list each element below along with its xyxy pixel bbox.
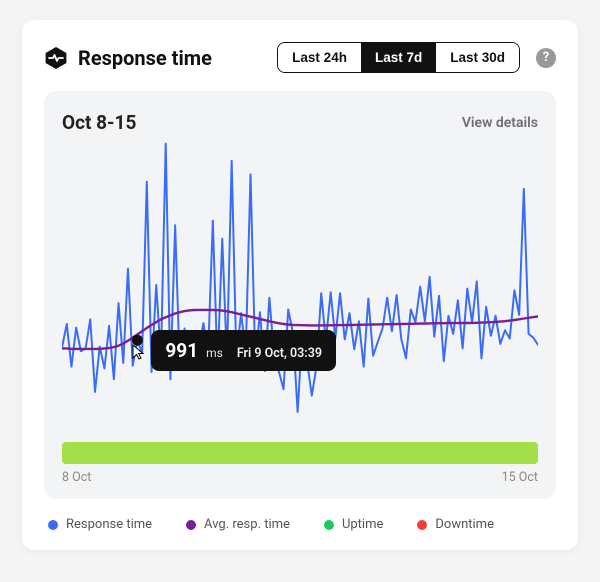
- pulse-icon: [44, 46, 68, 70]
- legend-item: Downtime: [417, 517, 494, 532]
- legend-label: Avg. resp. time: [204, 517, 290, 532]
- tab-last-30d[interactable]: Last 30d: [436, 43, 519, 72]
- axis-start: 8 Oct: [62, 470, 91, 485]
- view-details-link[interactable]: View details: [462, 115, 538, 131]
- legend-item: Avg. resp. time: [186, 517, 290, 532]
- chart-panel: Oct 8-15 View details 991 ms Fri 9 Oct, …: [44, 91, 556, 499]
- legend-item: Response time: [48, 517, 152, 532]
- chart-header: Oct 8-15 View details: [62, 111, 538, 134]
- legend-item: Uptime: [324, 517, 383, 532]
- legend: Response time Avg. resp. time Uptime Downti…: [44, 517, 556, 532]
- legend-label: Response time: [66, 517, 152, 532]
- legend-dot: [48, 520, 58, 530]
- tab-last-24h[interactable]: Last 24h: [278, 43, 361, 72]
- legend-dot: [324, 520, 334, 530]
- help-icon[interactable]: ?: [536, 48, 556, 68]
- axis-end: 15 Oct: [502, 470, 538, 485]
- legend-dot: [417, 520, 427, 530]
- legend-label: Downtime: [435, 517, 494, 532]
- time-range-tabs: Last 24hLast 7dLast 30d: [277, 42, 520, 73]
- tab-last-7d[interactable]: Last 7d: [361, 43, 436, 72]
- card-title: Response time: [78, 46, 267, 70]
- date-range: Oct 8-15: [62, 111, 136, 134]
- chart-area[interactable]: 991 ms Fri 9 Oct, 03:39: [62, 140, 538, 430]
- response-time-card: Response time Last 24hLast 7dLast 30d ? …: [22, 20, 578, 550]
- x-axis-labels: 8 Oct 15 Oct: [62, 470, 538, 485]
- uptime-bar: [62, 442, 538, 464]
- legend-dot: [186, 520, 196, 530]
- legend-label: Uptime: [342, 517, 383, 532]
- card-header: Response time Last 24hLast 7dLast 30d ?: [44, 42, 556, 73]
